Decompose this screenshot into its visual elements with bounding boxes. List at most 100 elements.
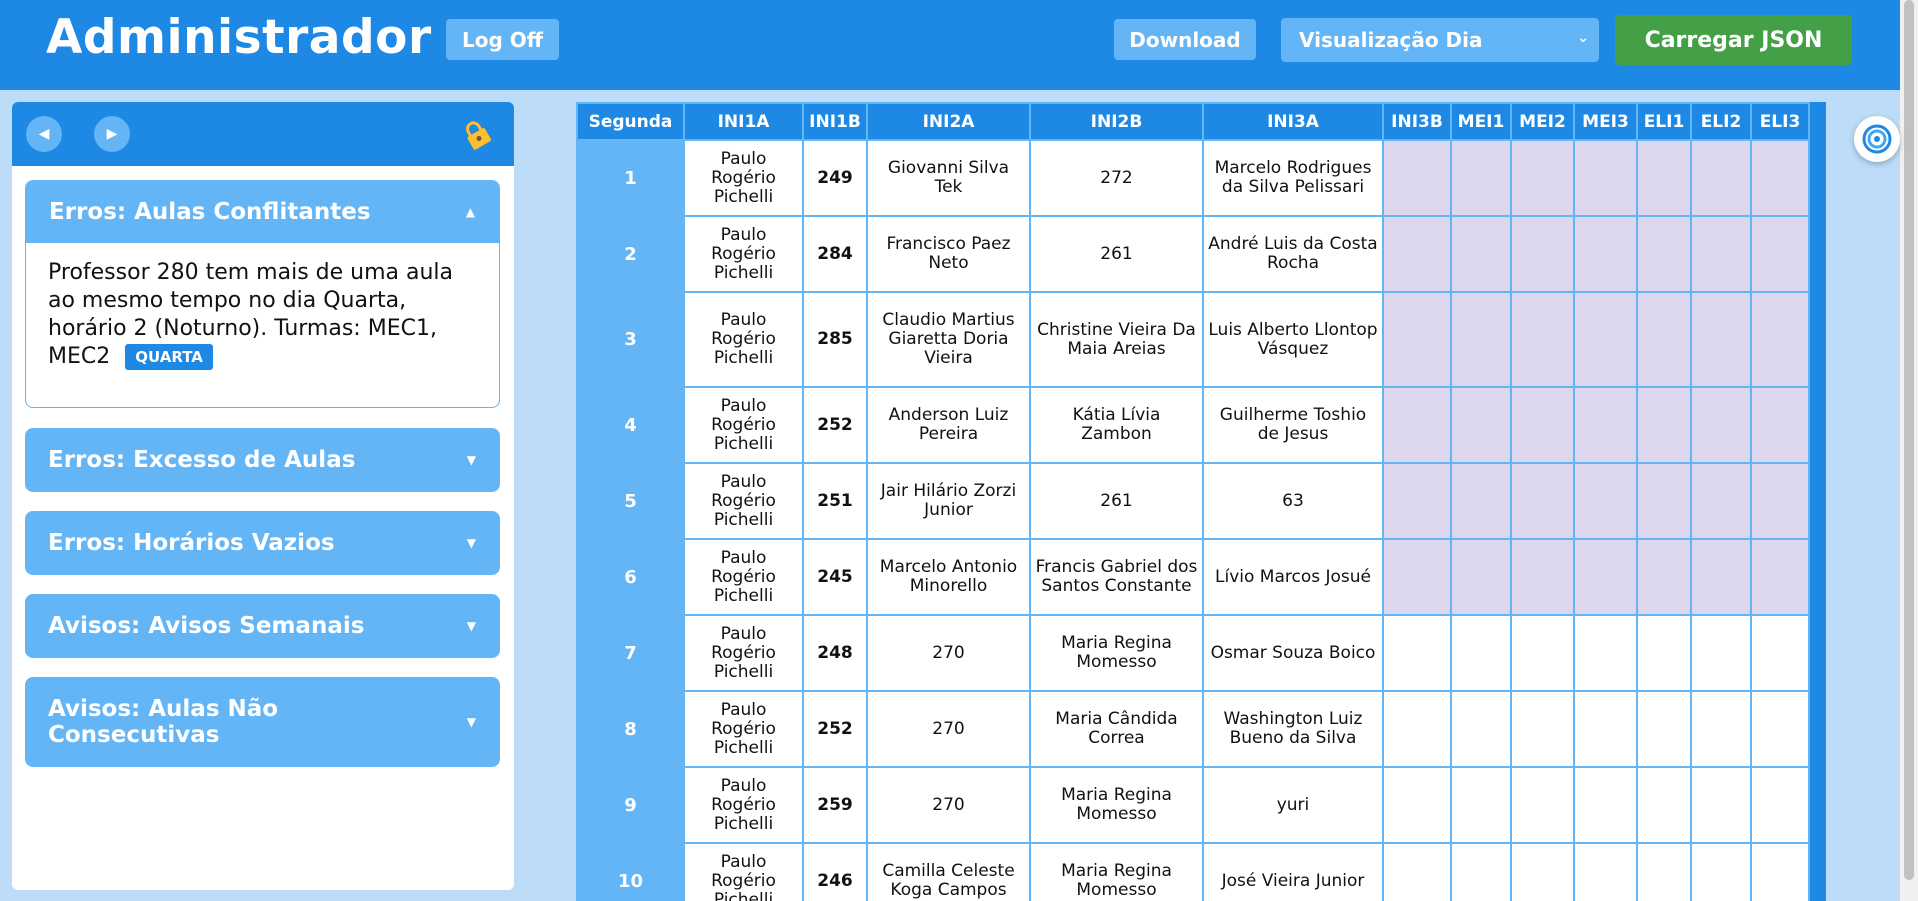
schedule-cell[interactable]	[1450, 462, 1512, 540]
schedule-cell[interactable]: 285	[802, 291, 868, 388]
schedule-cell[interactable]: Maria Regina Momesso	[1029, 842, 1204, 901]
schedule-cell[interactable]	[1510, 215, 1575, 293]
schedule-cell[interactable]	[1510, 690, 1575, 768]
schedule-cell[interactable]	[1450, 766, 1512, 844]
schedule-cell[interactable]	[1750, 842, 1810, 901]
schedule-cell[interactable]: Maria Cândida Correa	[1029, 690, 1204, 768]
schedule-cell[interactable]	[1636, 766, 1692, 844]
schedule-cell[interactable]: André Luis da Costa Rocha	[1202, 215, 1384, 293]
schedule-cell[interactable]: Paulo Rogério Pichelli	[683, 386, 804, 464]
schedule-cell[interactable]	[1750, 690, 1810, 768]
schedule-cell[interactable]: 245	[802, 538, 868, 616]
schedule-cell[interactable]	[1450, 386, 1512, 464]
schedule-cell[interactable]: 261	[1029, 215, 1204, 293]
accordion-horarios-vazios[interactable]: Erros: Horários Vazios ▼	[25, 511, 500, 575]
schedule-cell[interactable]	[1450, 614, 1512, 692]
schedule-cell[interactable]: Paulo Rogério Pichelli	[683, 766, 804, 844]
schedule-cell[interactable]: 259	[802, 766, 868, 844]
schedule-cell[interactable]: Paulo Rogério Pichelli	[683, 842, 804, 901]
logoff-button[interactable]: Log Off	[446, 19, 559, 60]
accordion-avisos-semanais[interactable]: Avisos: Avisos Semanais ▼	[25, 594, 500, 658]
schedule-cell[interactable]	[1573, 842, 1638, 901]
schedule-cell[interactable]	[1573, 462, 1638, 540]
schedule-cell[interactable]	[1690, 614, 1752, 692]
schedule-cell[interactable]: Kátia Lívia Zambon	[1029, 386, 1204, 464]
next-button[interactable]: ▶	[94, 116, 130, 152]
schedule-cell[interactable]	[1573, 614, 1638, 692]
schedule-cell[interactable]	[1636, 690, 1692, 768]
schedule-cell[interactable]: Camilla Celeste Koga Campos	[866, 842, 1031, 901]
schedule-cell[interactable]: Paulo Rogério Pichelli	[683, 462, 804, 540]
schedule-cell[interactable]	[1382, 614, 1452, 692]
schedule-cell[interactable]: Guilherme Toshio de Jesus	[1202, 386, 1384, 464]
schedule-cell[interactable]: 249	[802, 139, 868, 217]
accordion-excesso-aulas[interactable]: Erros: Excesso de Aulas ▼	[25, 428, 500, 492]
schedule-cell[interactable]	[1636, 291, 1692, 388]
schedule-cell[interactable]	[1382, 215, 1452, 293]
schedule-cell[interactable]	[1750, 139, 1810, 217]
schedule-cell[interactable]: Paulo Rogério Pichelli	[683, 291, 804, 388]
schedule-cell[interactable]: 252	[802, 690, 868, 768]
schedule-cell[interactable]: Marcelo Antonio Minorello	[866, 538, 1031, 616]
lock-icon[interactable]	[460, 120, 494, 150]
schedule-cell[interactable]	[1382, 462, 1452, 540]
schedule-cell[interactable]	[1382, 766, 1452, 844]
schedule-cell[interactable]	[1450, 291, 1512, 388]
schedule-cell[interactable]	[1382, 690, 1452, 768]
schedule-cell[interactable]	[1382, 538, 1452, 616]
schedule-cell[interactable]	[1450, 139, 1512, 217]
schedule-cell[interactable]	[1382, 139, 1452, 217]
schedule-cell[interactable]	[1450, 690, 1512, 768]
schedule-cell[interactable]	[1382, 291, 1452, 388]
schedule-cell[interactable]	[1690, 215, 1752, 293]
day-badge[interactable]: QUARTA	[125, 344, 213, 370]
schedule-cell[interactable]	[1510, 139, 1575, 217]
schedule-cell[interactable]	[1382, 386, 1452, 464]
schedule-cell[interactable]: 252	[802, 386, 868, 464]
schedule-cell[interactable]	[1382, 842, 1452, 901]
schedule-cell[interactable]	[1510, 386, 1575, 464]
schedule-cell[interactable]: Paulo Rogério Pichelli	[683, 538, 804, 616]
schedule-cell[interactable]	[1690, 690, 1752, 768]
schedule-cell[interactable]	[1636, 215, 1692, 293]
schedule-cell[interactable]	[1510, 614, 1575, 692]
schedule-cell[interactable]	[1636, 538, 1692, 616]
accordion-aulas-nao-consecutivas[interactable]: Avisos: Aulas Não Consecutivas ▼	[25, 677, 500, 767]
schedule-cell[interactable]: Maria Regina Momesso	[1029, 766, 1204, 844]
schedule-cell[interactable]: Claudio Martius Giaretta Doria Vieira	[866, 291, 1031, 388]
schedule-cell[interactable]	[1690, 462, 1752, 540]
schedule-cell[interactable]	[1510, 842, 1575, 901]
schedule-cell[interactable]: Marcelo Rodrigues da Silva Pelissari	[1202, 139, 1384, 217]
schedule-cell[interactable]	[1510, 766, 1575, 844]
schedule-cell[interactable]	[1510, 462, 1575, 540]
schedule-cell[interactable]	[1636, 139, 1692, 217]
schedule-cell[interactable]: 248	[802, 614, 868, 692]
schedule-cell[interactable]	[1690, 842, 1752, 901]
schedule-cell[interactable]	[1636, 462, 1692, 540]
schedule-cell[interactable]	[1750, 386, 1810, 464]
schedule-cell[interactable]: Luis Alberto Llontop Vásquez	[1202, 291, 1384, 388]
page-scrollbar[interactable]	[1900, 0, 1918, 901]
schedule-cell[interactable]	[1690, 766, 1752, 844]
schedule-cell[interactable]	[1636, 614, 1692, 692]
schedule-cell[interactable]	[1450, 842, 1512, 901]
scrollbar-thumb[interactable]	[1904, 0, 1914, 880]
schedule-cell[interactable]	[1636, 386, 1692, 464]
schedule-cell[interactable]	[1510, 291, 1575, 388]
schedule-cell[interactable]: Francis Gabriel dos Santos Constante	[1029, 538, 1204, 616]
schedule-cell[interactable]: 270	[866, 766, 1031, 844]
schedule-cell[interactable]: Maria Regina Momesso	[1029, 614, 1204, 692]
schedule-cell[interactable]: Paulo Rogério Pichelli	[683, 215, 804, 293]
schedule-cell[interactable]	[1690, 291, 1752, 388]
schedule-cell[interactable]	[1690, 139, 1752, 217]
schedule-cell[interactable]	[1750, 614, 1810, 692]
schedule-cell[interactable]: yuri	[1202, 766, 1384, 844]
schedule-cell[interactable]: José Vieira Junior	[1202, 842, 1384, 901]
schedule-cell[interactable]	[1573, 139, 1638, 217]
download-button[interactable]: Download	[1114, 19, 1256, 60]
schedule-cell[interactable]: Anderson Luiz Pereira	[866, 386, 1031, 464]
schedule-cell[interactable]: 272	[1029, 139, 1204, 217]
schedule-cell[interactable]: Christine Vieira Da Maia Areias	[1029, 291, 1204, 388]
schedule-cell[interactable]: 251	[802, 462, 868, 540]
schedule-cell[interactable]	[1573, 291, 1638, 388]
